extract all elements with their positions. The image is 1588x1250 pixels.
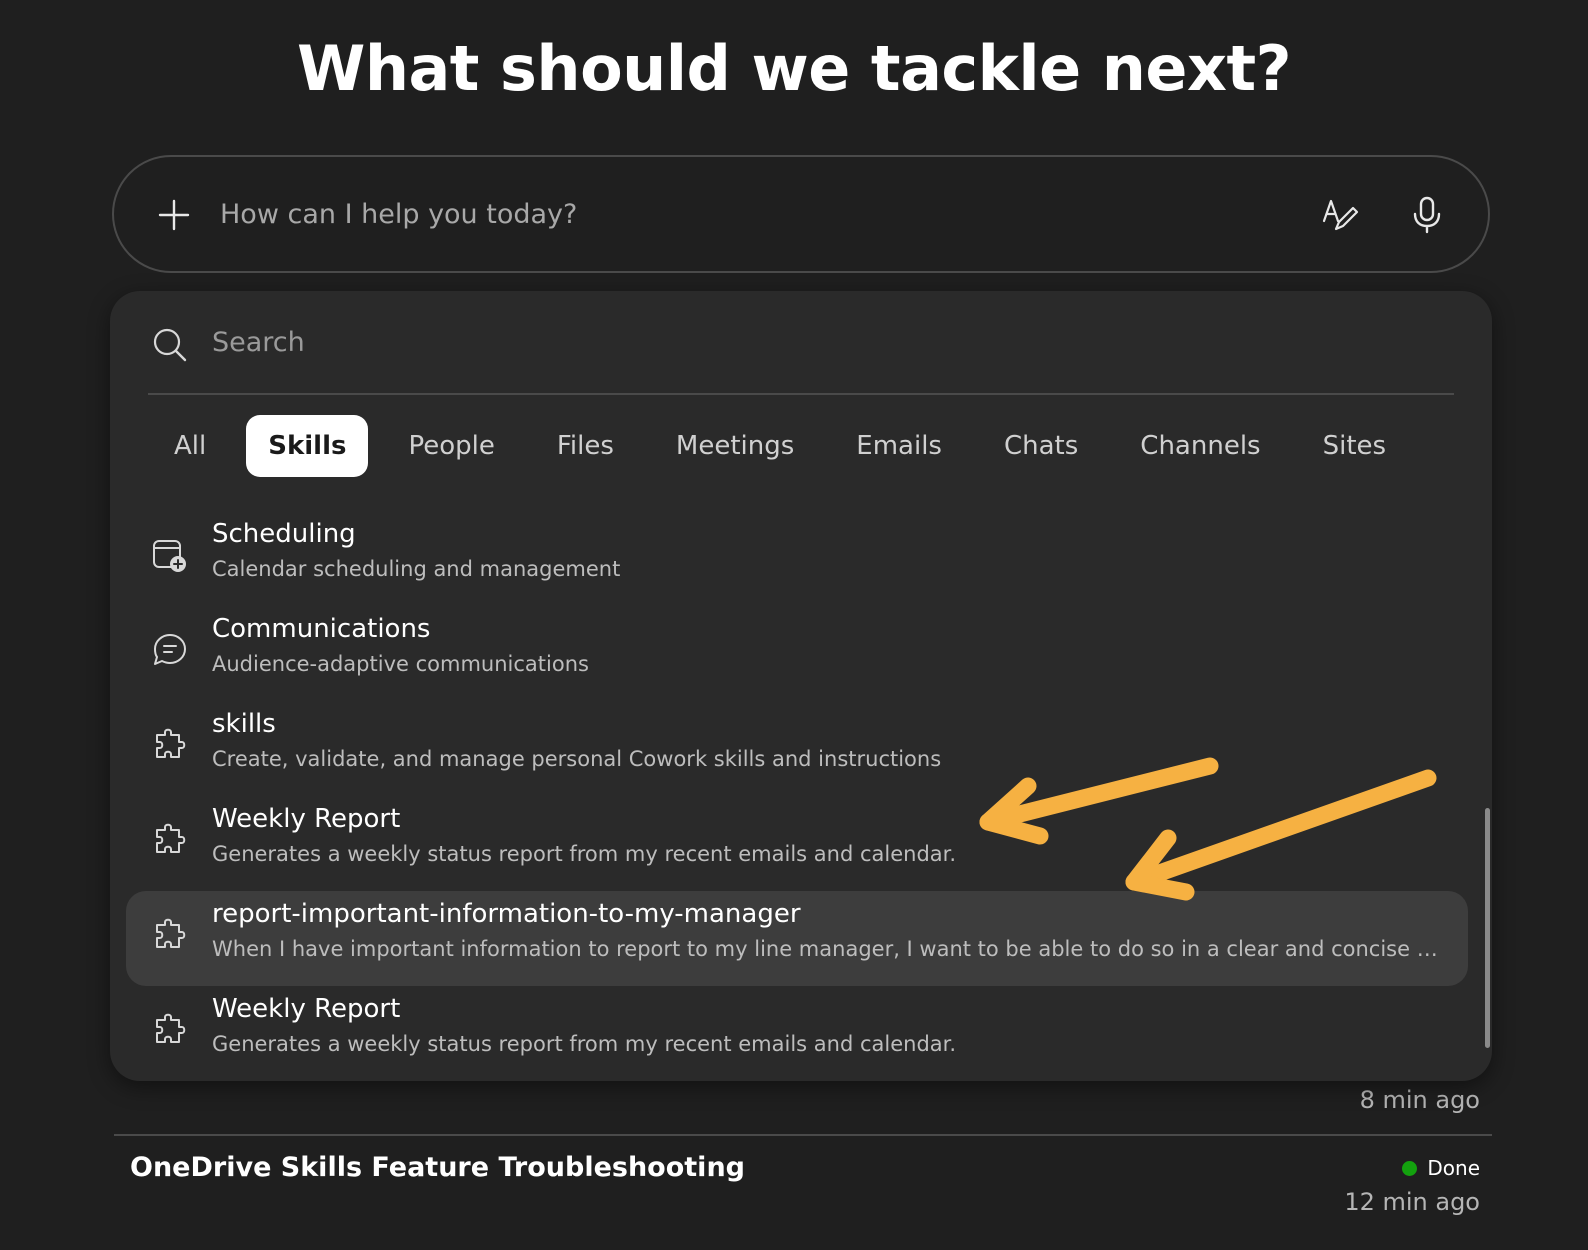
search-row[interactable]: Search (150, 321, 1452, 393)
microphone-icon[interactable] (1410, 195, 1444, 235)
tab-chats[interactable]: Chats (982, 415, 1100, 477)
list-item-description: Generates a weekly status report from my… (212, 842, 957, 866)
recent-item-time: 8 min ago (1359, 1086, 1480, 1114)
recent-item-title[interactable]: OneDrive Skills Feature Troubleshooting (130, 1152, 745, 1183)
list-item-title: Scheduling (212, 519, 356, 549)
list-item[interactable]: skills Create, validate, and manage pers… (126, 701, 1468, 796)
skill-picker-popup: Search All Skills People Files Meetings … (110, 291, 1492, 1081)
list-item-title: Weekly Report (212, 994, 401, 1024)
list-item-title: Communications (212, 614, 431, 644)
skill-list: Scheduling Calendar scheduling and manag… (126, 511, 1468, 1081)
tab-people[interactable]: People (386, 415, 516, 477)
scrollbar[interactable] (1485, 808, 1490, 1048)
list-item-description: Audience-adaptive communications (212, 652, 589, 676)
recent-item-time: 12 min ago (1344, 1188, 1480, 1216)
filter-tabs: All Skills People Files Meetings Emails … (152, 415, 1426, 477)
calendar-add-icon (153, 540, 186, 572)
list-item-title: Weekly Report (212, 804, 401, 834)
status-badge: Done (1402, 1156, 1480, 1180)
puzzle-icon (156, 1013, 186, 1043)
list-item-title: skills (212, 709, 276, 739)
status-dot-icon (1402, 1160, 1418, 1176)
prompt-input-bar[interactable]: How can I help you today? (112, 155, 1490, 273)
search-divider (148, 393, 1454, 395)
list-item[interactable]: Weekly Report Generates a weekly status … (126, 986, 1468, 1081)
tab-emails[interactable]: Emails (834, 415, 964, 477)
tab-files[interactable]: Files (535, 415, 636, 477)
puzzle-icon (156, 728, 186, 758)
plus-icon[interactable] (158, 199, 190, 231)
tab-all[interactable]: All (152, 415, 228, 477)
tab-sites[interactable]: Sites (1301, 415, 1408, 477)
tab-channels[interactable]: Channels (1118, 415, 1282, 477)
tab-meetings[interactable]: Meetings (654, 415, 816, 477)
list-item[interactable]: Communications Audience-adaptive communi… (126, 606, 1468, 701)
chat-bubble-icon (154, 634, 186, 665)
list-item-description: Generates a weekly status report from my… (212, 1032, 957, 1056)
list-item-highlighted[interactable]: report-important-information-to-my-manag… (126, 891, 1468, 986)
puzzle-icon (156, 823, 186, 853)
puzzle-icon (156, 918, 186, 948)
list-item-title: report-important-information-to-my-manag… (212, 899, 801, 929)
prompt-input[interactable]: How can I help you today? (220, 199, 577, 230)
page-title: What should we tackle next? (296, 32, 1292, 105)
divider (114, 1134, 1492, 1136)
list-item[interactable]: Scheduling Calendar scheduling and manag… (126, 511, 1468, 606)
search-input[interactable]: Search (212, 327, 305, 358)
tab-skills[interactable]: Skills (246, 415, 369, 477)
search-icon (153, 328, 187, 362)
list-item-description: Create, validate, and manage personal Co… (212, 747, 942, 771)
list-item[interactable]: Weekly Report Generates a weekly status … (126, 796, 1468, 891)
rewrite-icon[interactable] (1320, 195, 1360, 235)
list-item-description: Calendar scheduling and management (212, 557, 621, 581)
list-item-description: When I have important information to rep… (212, 937, 1444, 961)
status-label: Done (1427, 1156, 1480, 1180)
